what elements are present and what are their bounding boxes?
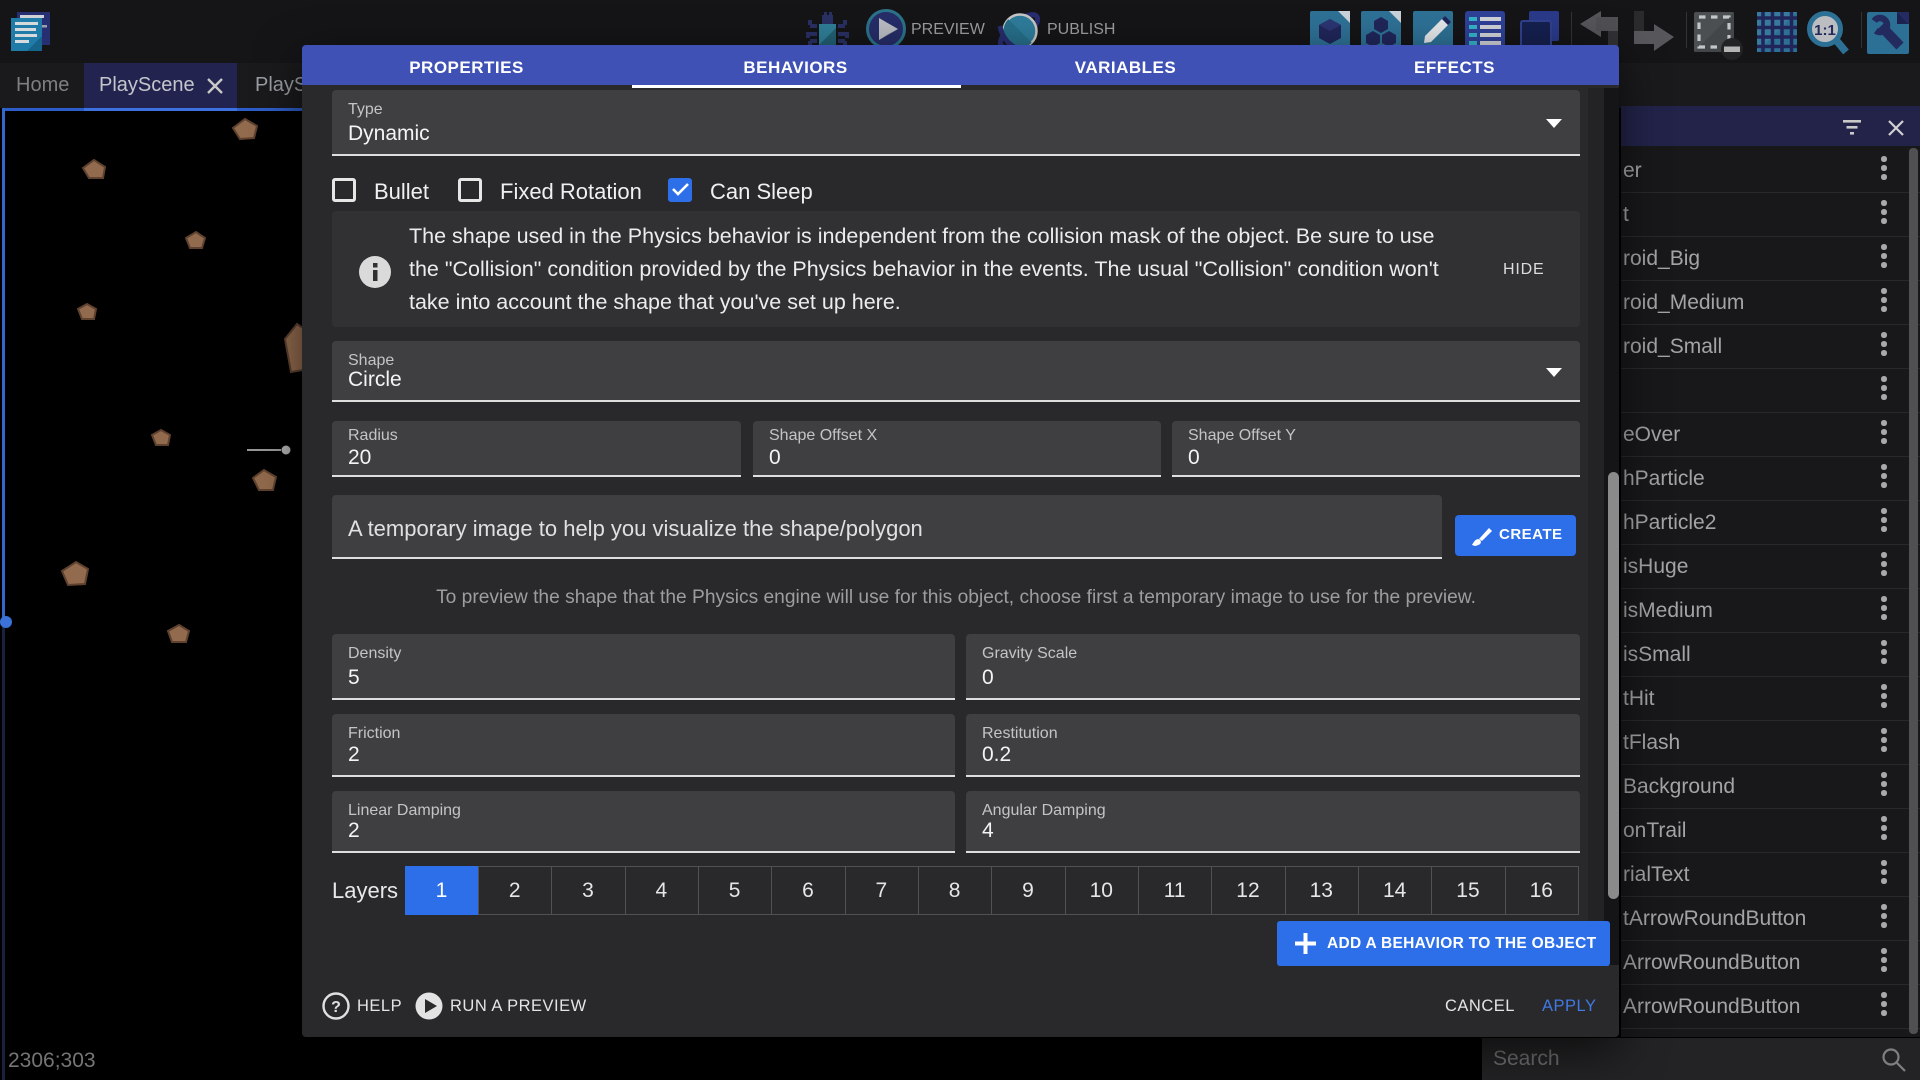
svg-text:?: ? — [331, 999, 341, 1016]
svg-text:1:1: 1:1 — [1814, 22, 1836, 39]
